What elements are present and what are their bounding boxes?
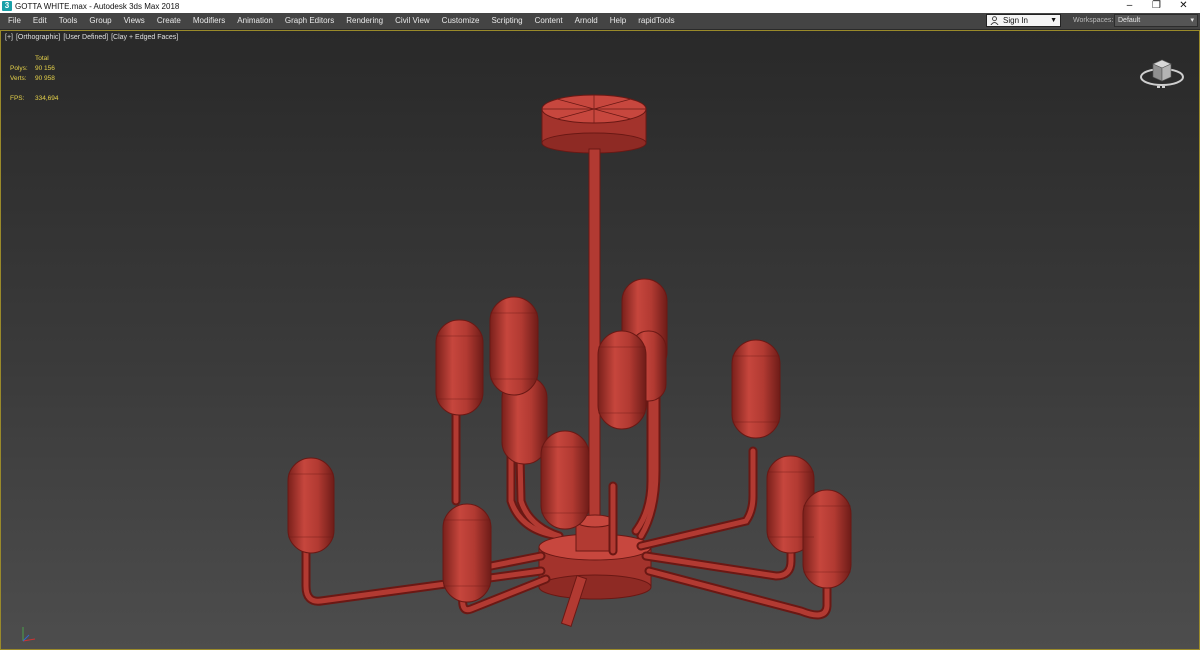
close-button[interactable]: ✕ (1170, 0, 1197, 13)
menu-content[interactable]: Content (529, 13, 569, 29)
workspaces-label: Workspaces: (1073, 17, 1114, 24)
sign-in-dropdown[interactable]: Sign In ▼ (986, 14, 1061, 27)
menu-edit[interactable]: Edit (27, 13, 53, 29)
menu-create[interactable]: Create (151, 13, 187, 29)
chandelier-model[interactable] (1, 31, 1199, 649)
perspective-viewport[interactable]: [+] [Orthographic] [User Defined] [Clay … (0, 30, 1200, 650)
workspaces-select[interactable]: Default ▾ (1114, 14, 1198, 27)
window-title: GOTTA WHITE.max - Autodesk 3ds Max 2018 (15, 2, 180, 11)
menu-civil-view[interactable]: Civil View (389, 13, 436, 29)
menu-rendering[interactable]: Rendering (340, 13, 389, 29)
restore-button[interactable]: ❐ (1143, 0, 1170, 13)
menu-scripting[interactable]: Scripting (485, 13, 528, 29)
menu-items: File Edit Tools Group Views Create Modif… (2, 13, 681, 29)
menu-graph-editors[interactable]: Graph Editors (279, 13, 340, 29)
menu-help[interactable]: Help (604, 13, 632, 29)
title-bar: 3 GOTTA WHITE.max - Autodesk 3ds Max 201… (0, 0, 1200, 13)
menu-rapidtools[interactable]: rapidTools (632, 13, 680, 29)
menu-group[interactable]: Group (83, 13, 117, 29)
menu-views[interactable]: Views (118, 13, 151, 29)
app-logo-icon: 3 (2, 1, 12, 11)
workspaces-value: Default (1118, 17, 1141, 24)
ceiling-canopy (541, 94, 647, 154)
menu-animation[interactable]: Animation (231, 13, 279, 29)
menu-arnold[interactable]: Arnold (569, 13, 604, 29)
minimize-button[interactable]: – (1116, 0, 1143, 13)
user-icon (990, 16, 999, 25)
menu-modifiers[interactable]: Modifiers (187, 13, 231, 29)
menu-tools[interactable]: Tools (53, 13, 84, 29)
menu-file[interactable]: File (2, 13, 27, 29)
menu-customize[interactable]: Customize (436, 13, 486, 29)
menu-bar: File Edit Tools Group Views Create Modif… (0, 13, 1200, 30)
3dsmax-window: 3 GOTTA WHITE.max - Autodesk 3ds Max 201… (0, 0, 1200, 650)
chevron-down-icon: ▼ (1050, 17, 1057, 24)
center-rod (588, 148, 601, 535)
sign-in-label: Sign In (1003, 16, 1028, 25)
chevron-down-icon: ▾ (1190, 17, 1194, 24)
